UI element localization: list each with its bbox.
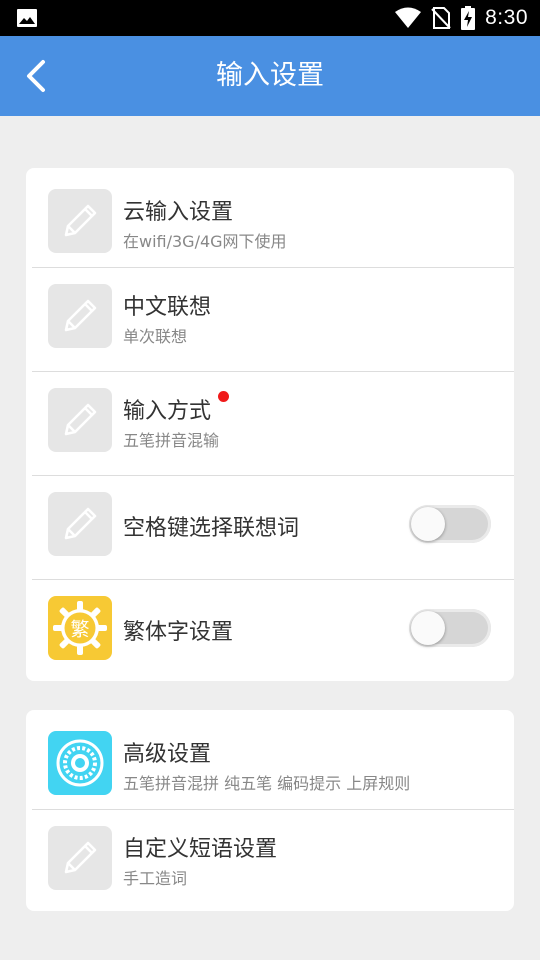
row-subtitle: 单次联想 <box>123 327 188 346</box>
page-title: 输入设置 <box>216 60 324 91</box>
custom-phrase-row[interactable]: 自定义短语设置 手工造词 <box>26 810 514 911</box>
row-subtitle: 手工造词 <box>123 869 188 888</box>
settings-card-advanced: 高级设置 五笔拼音混拼 纯五笔 编码提示 上屏规则 自定义短语设置 手工造词 <box>26 710 514 911</box>
row-title: 空格键选择联想词 <box>123 516 300 541</box>
pencil-icon <box>48 189 112 253</box>
advanced-settings-row[interactable]: 高级设置 五笔拼音混拼 纯五笔 编码提示 上屏规则 <box>26 710 514 810</box>
app-bar: 输入设置 <box>0 36 540 116</box>
pencil-icon <box>48 492 112 556</box>
settings-card-basic: 云输入设置 在wifi/3G/4G网下使用 中文联想 单次联想 输入方式 五笔拼… <box>26 168 514 681</box>
new-badge-dot <box>218 391 229 402</box>
status-icons: 8:30 <box>395 0 528 36</box>
input-method-row[interactable]: 输入方式 五笔拼音混输 <box>26 372 514 476</box>
pencil-icon <box>48 826 112 890</box>
traditional-char-label: 繁 <box>70 619 89 641</box>
row-title: 输入方式 <box>123 399 212 424</box>
toggle-knob <box>411 611 445 645</box>
cloud-input-settings-row[interactable]: 云输入设置 在wifi/3G/4G网下使用 <box>26 168 514 268</box>
row-subtitle: 五笔拼音混输 <box>123 431 220 450</box>
row-subtitle: 在wifi/3G/4G网下使用 <box>123 232 287 251</box>
traditional-char-icon: 繁 <box>48 596 112 660</box>
wifi-icon <box>395 7 422 28</box>
chinese-association-row[interactable]: 中文联想 单次联想 <box>26 268 514 372</box>
row-title: 高级设置 <box>123 742 212 767</box>
status-time: 8:30 <box>485 6 528 29</box>
row-title: 中文联想 <box>123 295 212 320</box>
pencil-icon <box>48 284 112 348</box>
no-sim-icon <box>431 7 451 29</box>
row-subtitle: 五笔拼音混拼 纯五笔 编码提示 上屏规则 <box>123 774 411 793</box>
traditional-chinese-row: 繁 繁体字设置 <box>26 580 514 681</box>
battery-charging-icon <box>461 6 476 30</box>
row-title: 自定义短语设置 <box>123 837 278 862</box>
toggle-knob <box>411 507 445 541</box>
image-icon <box>17 9 37 27</box>
row-title: 云输入设置 <box>123 200 234 225</box>
traditional-chinese-toggle[interactable] <box>409 609 491 647</box>
pencil-icon <box>48 388 112 452</box>
status-bar: 8:30 <box>0 0 540 36</box>
space-key-association-row: 空格键选择联想词 <box>26 476 514 580</box>
gear-icon <box>48 731 112 795</box>
row-title: 繁体字设置 <box>123 620 234 645</box>
space-key-association-toggle[interactable] <box>409 505 491 543</box>
